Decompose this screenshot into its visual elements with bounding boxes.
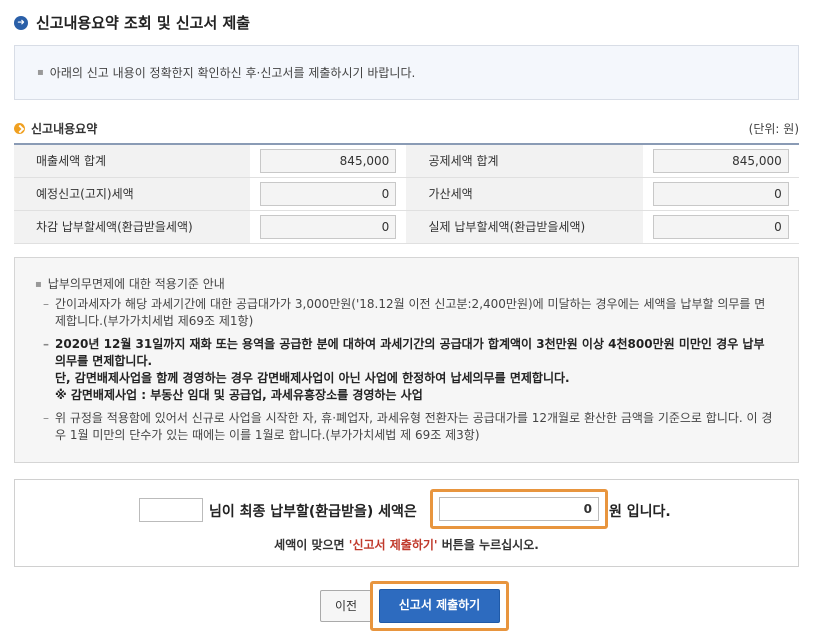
- info-heading: ▪ 납부의무면제에 대한 적용기준 안내: [35, 277, 225, 291]
- notice-text: 아래의 신고 내용이 정확한지 확인하신 후·신고서를 제출하시기 바랍니다.: [49, 66, 416, 80]
- final-amount-box: 님이 최종 납부할(환급받을) 세액은 0 원 입니다. 세액이 맞으면 '신고…: [14, 479, 799, 567]
- info-item: ※ 감면배제사업 : 부동산 임대 및 공급업, 과세유흥장소를 경영하는 사업: [55, 388, 423, 402]
- info-item: – 간이과세자가 해당 과세기간에 대한 공급대가가 3,000만원('18.1…: [43, 297, 766, 328]
- prev-button[interactable]: 이전: [320, 590, 372, 622]
- summary-label: 차감 납부할세액(환급받을세액): [14, 210, 251, 244]
- summary-table: 매출세액 합계 845,000 공제세액 합계 845,000 예정신고(고지)…: [14, 143, 799, 244]
- info-box: ▪ 납부의무면제에 대한 적용기준 안내 – 간이과세자가 해당 과세기간에 대…: [14, 257, 799, 463]
- page-title: 신고내용요약 조회 및 신고서 제출: [36, 14, 251, 32]
- amount-highlight: 0: [430, 489, 608, 529]
- final-text-before: 님이 최종 납부할(환급받을) 세액은: [209, 504, 417, 520]
- summary-label: 가산세액: [406, 177, 643, 211]
- check-circle-icon: [14, 123, 25, 134]
- summary-value: 0: [652, 181, 789, 206]
- submit-highlight: 신고서 제출하기: [370, 581, 509, 631]
- info-item: – 위 규정을 적용함에 있어서 신규로 사업을 시작한 자, 휴·폐업자, 과…: [43, 411, 773, 442]
- confirm-message: 세액이 맞으면 '신고서 제출하기' 버튼을 누르십시오.: [274, 538, 539, 552]
- info-item: – 2020년 12월 31일까지 재화 또는 용역을 공급한 분에 대하여 과…: [43, 337, 765, 368]
- table-row: 예정신고(고지)세액 0 가산세액 0: [14, 177, 799, 211]
- page-header: ➜ 신고내용요약 조회 및 신고서 제출: [14, 12, 250, 33]
- dash-icon: –: [43, 297, 49, 311]
- table-row: 차감 납부할세액(환급받을세액) 0 실제 납부할세액(환급받을세액) 0: [14, 210, 799, 244]
- dash-icon: –: [43, 411, 49, 425]
- summary-value: 845,000: [260, 148, 397, 173]
- info-item: 단, 감면배제사업을 함께 경영하는 경우 감면배제사업이 아닌 사업에 한정하…: [55, 371, 570, 385]
- summary-value: 0: [260, 181, 397, 206]
- unit-label: (단위: 원): [748, 122, 799, 136]
- summary-header: 신고내용요약 (단위: 원): [14, 120, 799, 137]
- summary-label: 매출세액 합계: [14, 144, 251, 178]
- notice-box: ▪ 아래의 신고 내용이 정확한지 확인하신 후·신고서를 제출하시기 바랍니다…: [14, 45, 799, 100]
- summary-label: 공제세액 합계: [406, 144, 643, 178]
- confirm-highlight: '신고서 제출하기': [348, 538, 438, 552]
- bullet-icon: ▪: [35, 279, 42, 290]
- final-text-after: 원 입니다.: [609, 504, 671, 520]
- arrow-right-circle-icon: ➜: [14, 15, 28, 30]
- taxpayer-name-field[interactable]: [139, 498, 203, 522]
- table-row: 매출세액 합계 845,000 공제세액 합계 845,000: [14, 144, 799, 178]
- submit-button[interactable]: 신고서 제출하기: [379, 589, 500, 623]
- final-amount-field[interactable]: 0: [439, 497, 599, 521]
- dash-icon: –: [43, 337, 49, 351]
- summary-label: 예정신고(고지)세액: [14, 177, 251, 211]
- summary-title: 신고내용요약: [31, 122, 98, 136]
- summary-value: 0: [652, 214, 789, 239]
- summary-label: 실제 납부할세액(환급받을세액): [406, 210, 643, 244]
- bullet-icon: ▪: [37, 67, 44, 78]
- summary-value: 0: [260, 214, 397, 239]
- summary-title-wrap: 신고내용요약: [14, 120, 97, 137]
- summary-value: 845,000: [652, 148, 789, 173]
